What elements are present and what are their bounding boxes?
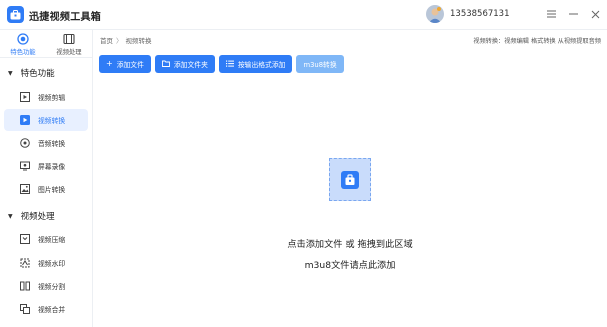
list-icon (225, 60, 234, 69)
avatar[interactable] (426, 5, 444, 23)
group-title: 特色功能 (20, 69, 55, 79)
tab-label: 视频处理 (56, 49, 82, 56)
video-split-icon (19, 281, 30, 292)
sidebar-item-video-split[interactable]: 视频分割 (4, 275, 88, 297)
sidebar-item-label: 视频剪辑 (38, 94, 66, 102)
sidebar-group-special-features[interactable]: ▼ 特色功能 (8, 67, 55, 79)
sidebar-item-label: 视频压缩 (38, 236, 66, 244)
sidebar-item-video-merge[interactable]: 视频合并 (4, 298, 88, 320)
button-label: 添加文件 (116, 61, 144, 69)
add-file-button[interactable]: + 添加文件 (99, 55, 151, 73)
sidebar-item-screen-record[interactable]: 屏幕录像 (4, 155, 88, 177)
menu-icon[interactable] (545, 8, 557, 20)
video-compress-icon (19, 234, 30, 245)
sidebar-item-label: 音频转换 (38, 140, 66, 148)
sidebar-item-video-watermark[interactable]: 视频水印 (4, 252, 88, 274)
tab-special-features[interactable]: 特色功能 (0, 30, 46, 58)
file-drop-zone[interactable]: 点击添加文件 或 拖拽到此区域 m3u8文件请点此添加 (93, 78, 607, 327)
sidebar-item-label: 视频水印 (38, 260, 66, 268)
special-features-icon (0, 33, 46, 46)
button-label: 按输出格式添加 (237, 61, 286, 69)
add-folder-button[interactable]: 添加文件夹 (154, 55, 215, 73)
sidebar-item-video-convert[interactable]: 视频转换 (4, 109, 88, 131)
tab-video-processing[interactable]: 视频处理 (46, 30, 92, 58)
sidebar: ▼ 特色功能 视频剪辑 视频转换 音频转换 屏幕录像 图片转换 ▼ 视频处理 视… (0, 58, 93, 327)
tab-label: 特色功能 (10, 49, 36, 56)
title-bar: 迅捷视频工具箱 13538567131 (0, 0, 607, 30)
breadcrumb-current: 视频转换 (125, 37, 152, 45)
image-convert-icon (19, 184, 30, 195)
video-edit-icon (19, 92, 30, 103)
sidebar-item-video-compress[interactable]: 视频压缩 (4, 228, 88, 250)
sidebar-item-audio-convert[interactable]: 音频转换 (4, 132, 88, 154)
sidebar-group-video-processing[interactable]: ▼ 视频处理 (8, 210, 55, 222)
button-label: m3u8转换 (303, 61, 337, 69)
breadcrumb-separator: 〉 (116, 37, 123, 45)
close-icon[interactable] (589, 8, 601, 20)
sidebar-item-label: 视频合并 (38, 306, 66, 314)
top-nav: 特色功能 视频处理 (0, 30, 93, 58)
account-number[interactable]: 13538567131 (450, 9, 510, 19)
audio-convert-icon (19, 138, 30, 149)
m3u8-convert-button[interactable]: m3u8转换 (296, 55, 344, 73)
sidebar-item-image-convert[interactable]: 图片转换 (4, 178, 88, 200)
button-label: 添加文件夹 (173, 61, 208, 69)
add-file-drop-icon[interactable] (329, 158, 371, 201)
sidebar-item-label: 视频分割 (38, 283, 66, 291)
app-logo-icon (7, 6, 24, 23)
app-title: 迅捷视频工具箱 (29, 12, 102, 23)
caret-down-icon: ▼ (8, 212, 13, 220)
video-processing-icon (46, 33, 92, 46)
group-title: 视频处理 (20, 212, 55, 222)
video-watermark-icon (19, 258, 30, 269)
sidebar-item-label: 视频转换 (38, 117, 66, 125)
folder-icon (161, 60, 170, 69)
breadcrumb: 首页 〉 视频转换 (100, 35, 152, 45)
help-links[interactable]: 视频转换：视频编辑 格式转换 从视频提取音频 (473, 36, 601, 45)
sidebar-item-video-edit[interactable]: 视频剪辑 (4, 86, 88, 108)
m3u8-hint-text[interactable]: m3u8文件请点此添加 (93, 257, 607, 271)
breadcrumb-home[interactable]: 首页 (100, 35, 113, 45)
add-by-format-button[interactable]: 按输出格式添加 (218, 55, 293, 73)
sidebar-item-label: 图片转换 (38, 186, 66, 194)
toolbar: + 添加文件 添加文件夹 按输出格式添加 m3u8转换 (99, 55, 348, 73)
caret-down-icon: ▼ (8, 69, 13, 77)
plus-icon: + (106, 59, 113, 68)
minimize-icon[interactable] (567, 8, 579, 20)
video-convert-icon (19, 115, 30, 126)
sidebar-item-label: 屏幕录像 (38, 163, 66, 171)
video-merge-icon (19, 304, 30, 315)
screen-record-icon (19, 161, 30, 172)
drop-hint-text: 点击添加文件 或 拖拽到此区域 (287, 239, 413, 250)
